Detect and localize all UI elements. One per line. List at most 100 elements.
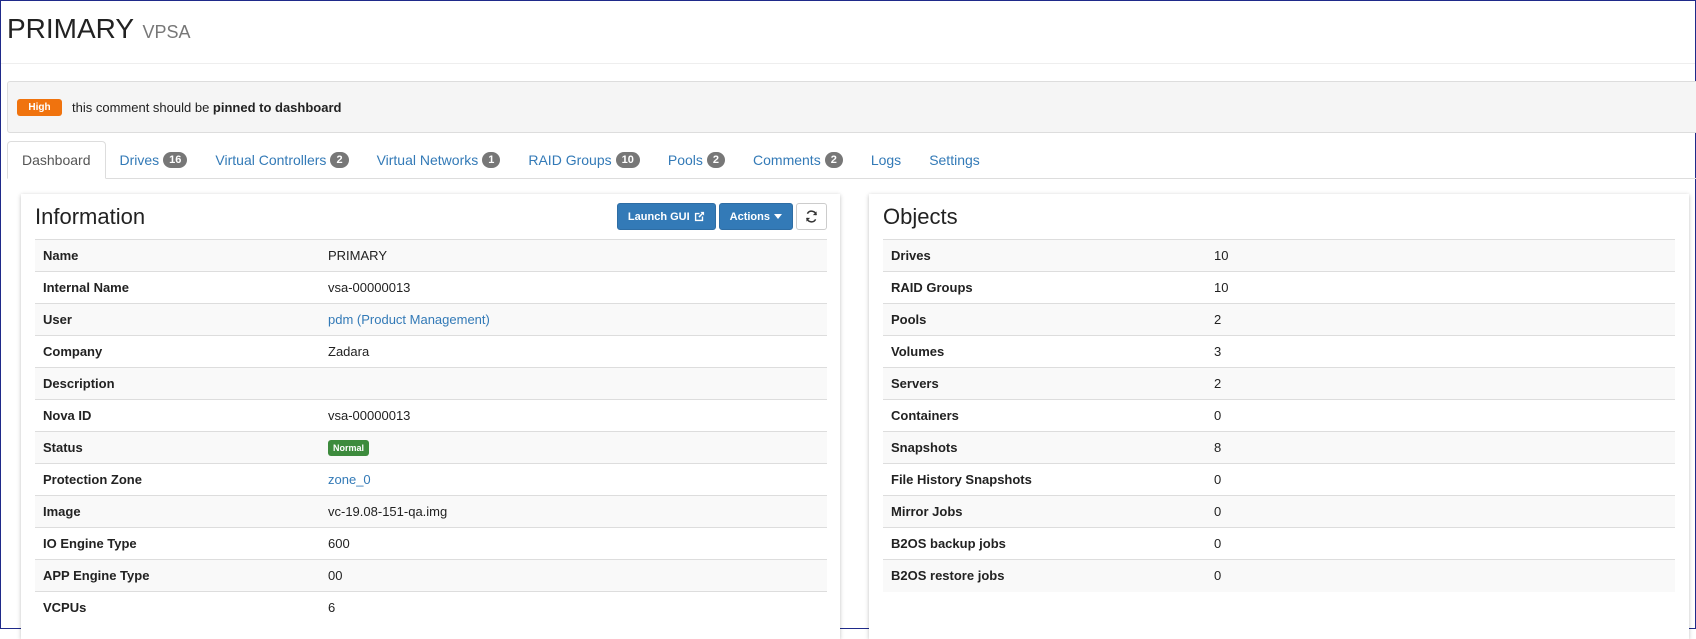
tab-drives[interactable]: Drives 16	[106, 141, 202, 178]
table-row: Status Normal	[35, 431, 827, 464]
refresh-button[interactable]	[796, 203, 827, 230]
table-row: Company Zadara	[35, 335, 827, 368]
row-value: 3	[1206, 335, 1675, 368]
row-value: 10	[1206, 239, 1675, 272]
page-title: PRIMARY	[7, 13, 135, 44]
row-key: Containers	[883, 399, 1206, 432]
row-value: 0	[1206, 559, 1675, 592]
row-value: 2	[1206, 367, 1675, 400]
count-badge: 1	[482, 151, 501, 168]
protection-zone-link[interactable]: zone_0	[328, 472, 371, 487]
row-key: User	[35, 303, 320, 336]
information-panel: Information Launch GUI Actions Name PRIM…	[21, 194, 840, 639]
tab-virtual-controllers[interactable]: Virtual Controllers 2	[201, 141, 362, 178]
row-key: Image	[35, 495, 320, 528]
tab-label: Virtual Controllers	[215, 151, 327, 168]
objects-table: Drives 10 RAID Groups 10 Pools 2 Volumes 3 S…	[883, 239, 1675, 592]
count-badge: 10	[615, 151, 640, 168]
tab-settings[interactable]: Settings	[915, 141, 994, 178]
refresh-icon	[805, 210, 818, 223]
tab-pools[interactable]: Pools 2	[654, 141, 739, 178]
tab-label: Dashboard	[22, 152, 91, 168]
row-key: Pools	[883, 303, 1206, 336]
row-key: Company	[35, 335, 320, 368]
row-value: PRIMARY	[320, 239, 827, 272]
row-key: Name	[35, 239, 320, 272]
actions-dropdown-button[interactable]: Actions	[718, 203, 793, 230]
row-key: Drives	[883, 239, 1206, 272]
row-value: 0	[1206, 463, 1675, 496]
external-link-icon	[694, 211, 705, 222]
caret-down-icon	[774, 214, 782, 219]
actions-label: Actions	[729, 210, 770, 223]
table-row: Name PRIMARY	[35, 239, 827, 272]
information-toolbar: Launch GUI Actions	[616, 203, 827, 230]
objects-panel: Objects Drives 10 RAID Groups 10 Pools 2 Vo…	[869, 194, 1689, 639]
row-value-cell: zone_0	[320, 463, 827, 496]
row-key: RAID Groups	[883, 271, 1206, 304]
tab-virtual-networks[interactable]: Virtual Networks 1	[363, 141, 515, 178]
row-key: IO Engine Type	[35, 527, 320, 560]
row-key: Protection Zone	[35, 463, 320, 496]
tab-logs[interactable]: Logs	[857, 141, 915, 178]
tab-bar: Dashboard Drives 16 Virtual Controllers 2 …	[7, 141, 1696, 179]
page-subtitle: VPSA	[142, 22, 191, 42]
table-row: Description	[35, 367, 827, 400]
row-value: 00	[320, 559, 827, 592]
table-row: Image vc-19.08-151-qa.img	[35, 495, 827, 528]
table-row: Drives 10	[883, 239, 1675, 272]
information-panel-heading: Information Launch GUI Actions	[21, 194, 840, 239]
tab-label: Comments	[753, 151, 821, 168]
information-title: Information	[35, 203, 146, 229]
table-row: Protection Zone zone_0	[35, 463, 827, 496]
row-value: 2	[1206, 303, 1675, 336]
table-row: Pools 2	[883, 303, 1675, 336]
row-key: Internal Name	[35, 271, 320, 304]
row-key: B2OS restore jobs	[883, 559, 1206, 592]
tab-label: Pools	[667, 151, 703, 168]
table-row: File History Snapshots 0	[883, 463, 1675, 496]
table-row: User pdm (Product Management)	[35, 303, 827, 336]
row-key: Volumes	[883, 335, 1206, 368]
row-value: 0	[1206, 495, 1675, 528]
launch-gui-label: Launch GUI	[627, 210, 690, 223]
row-key: Status	[35, 431, 320, 464]
objects-panel-heading: Objects	[869, 194, 1689, 239]
row-key: APP Engine Type	[35, 559, 320, 592]
row-value: 6	[320, 591, 827, 624]
tab-dashboard[interactable]: Dashboard	[7, 141, 106, 179]
table-row: IO Engine Type 600	[35, 527, 827, 560]
launch-gui-button[interactable]: Launch GUI	[616, 203, 716, 230]
table-row: Internal Name vsa-00000013	[35, 271, 827, 304]
row-key: Description	[35, 367, 320, 400]
row-value: vsa-00000013	[320, 399, 827, 432]
row-value-cell: pdm (Product Management)	[320, 303, 827, 336]
table-row: RAID Groups 10	[883, 271, 1675, 304]
count-badge: 16	[163, 151, 188, 168]
row-value: 8	[1206, 431, 1675, 464]
priority-badge: High	[17, 98, 62, 116]
row-value-cell: Normal	[320, 431, 827, 464]
table-row: Volumes 3	[883, 335, 1675, 368]
table-row: Containers 0	[883, 399, 1675, 432]
table-row: Mirror Jobs 0	[883, 495, 1675, 528]
information-table: Name PRIMARY Internal Name vsa-00000013 Us…	[35, 239, 827, 624]
row-value: 0	[1206, 527, 1675, 560]
table-row: Servers 2	[883, 367, 1675, 400]
table-row: B2OS backup jobs 0	[883, 527, 1675, 560]
alert-text: this comment should be pinned to dashboa…	[72, 100, 341, 115]
row-value: 10	[1206, 271, 1675, 304]
alert-text-prefix: this comment should be	[72, 99, 213, 115]
tab-comments[interactable]: Comments 2	[739, 141, 857, 178]
user-link[interactable]: pdm (Product Management)	[328, 312, 490, 327]
pinned-comment-alert: High this comment should be pinned to da…	[7, 81, 1696, 133]
row-key: Servers	[883, 367, 1206, 400]
row-key: File History Snapshots	[883, 463, 1206, 496]
row-value: vsa-00000013	[320, 271, 827, 304]
row-value: vc-19.08-151-qa.img	[320, 495, 827, 528]
page-header: PRIMARY VPSA	[1, 1, 1695, 64]
table-row: B2OS restore jobs 0	[883, 559, 1675, 592]
row-value: 600	[320, 527, 827, 560]
row-key: Nova ID	[35, 399, 320, 432]
tab-raid-groups[interactable]: RAID Groups 10	[514, 141, 654, 178]
